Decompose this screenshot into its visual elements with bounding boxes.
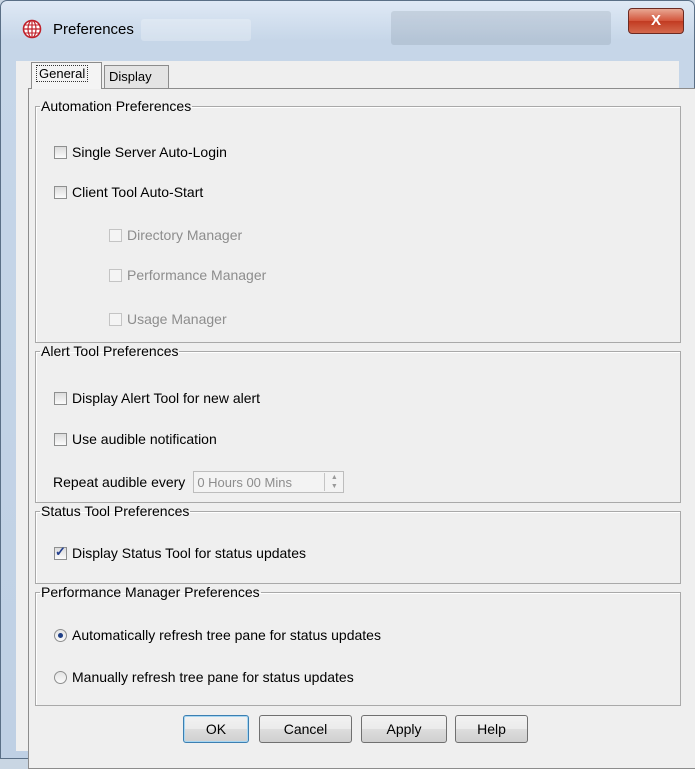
- performance-manager-checkbox: [109, 268, 122, 282]
- window-title: Preferences: [53, 21, 134, 38]
- repeat-interval-value: 0 Hours 00 Mins: [197, 474, 292, 490]
- audible-notification-option[interactable]: Use audible notification: [54, 431, 217, 447]
- tab-general-label: General: [36, 65, 89, 82]
- tab-display[interactable]: Display: [104, 65, 169, 88]
- directory-manager-checkbox: [109, 228, 122, 242]
- automation-preferences-group: Automation Preferences: [35, 98, 681, 343]
- close-button[interactable]: X: [628, 8, 684, 34]
- usage-manager-option: Usage Manager: [109, 311, 227, 327]
- ok-button[interactable]: OK: [183, 715, 249, 743]
- audible-notification-label: Use audible notification: [72, 431, 217, 447]
- manual-refresh-label: Manually refresh tree pane for status up…: [72, 669, 354, 685]
- manual-refresh-option[interactable]: Manually refresh tree pane for status up…: [54, 669, 354, 685]
- status-tool-preferences-legend: Status Tool Preferences: [41, 503, 190, 519]
- help-button[interactable]: Help: [455, 715, 528, 743]
- repeat-audible-row: Repeat audible every 0 Hours 00 Mins ▲ ▼: [53, 471, 345, 493]
- cancel-button[interactable]: Cancel: [259, 715, 352, 743]
- tab-general[interactable]: General: [31, 62, 102, 89]
- manual-refresh-radio[interactable]: [54, 670, 67, 684]
- background-blur: [141, 19, 251, 41]
- auto-refresh-label: Automatically refresh tree pane for stat…: [72, 627, 381, 643]
- title-bar[interactable]: Preferences X: [1, 1, 694, 55]
- background-blur: [391, 11, 611, 45]
- usage-manager-label: Usage Manager: [127, 311, 227, 327]
- automation-preferences-legend: Automation Preferences: [41, 98, 192, 114]
- display-status-tool-label: Display Status Tool for status updates: [72, 545, 306, 561]
- directory-manager-label: Directory Manager: [127, 227, 243, 243]
- alert-tool-preferences-legend: Alert Tool Preferences: [41, 343, 179, 359]
- display-status-tool-checkbox[interactable]: [54, 544, 67, 560]
- apply-button[interactable]: Apply: [361, 715, 447, 743]
- audible-notification-checkbox[interactable]: [54, 432, 67, 446]
- button-bar: OK Cancel Apply Help: [1, 715, 694, 749]
- app-icon: [22, 19, 42, 39]
- performance-manager-label: Performance Manager: [127, 267, 267, 283]
- display-alert-tool-checkbox[interactable]: [54, 391, 67, 405]
- repeat-audible-label: Repeat audible every: [53, 474, 186, 490]
- display-status-tool-option[interactable]: Display Status Tool for status updates: [54, 544, 306, 561]
- spin-down-icon: ▼: [330, 483, 338, 490]
- directory-manager-option: Directory Manager: [109, 227, 242, 243]
- client-tool-auto-start-checkbox[interactable]: [54, 185, 67, 199]
- tab-display-label: Display: [109, 69, 152, 84]
- repeat-interval-spinner: 0 Hours 00 Mins ▲ ▼: [193, 471, 345, 493]
- usage-manager-checkbox: [109, 312, 122, 326]
- client-tool-auto-start-label: Client Tool Auto-Start: [72, 184, 204, 200]
- auto-refresh-option[interactable]: Automatically refresh tree pane for stat…: [54, 627, 381, 643]
- performance-manager-option: Performance Manager: [109, 267, 266, 283]
- performance-manager-preferences-group: Performance Manager Preferences: [35, 584, 681, 706]
- single-server-auto-login-label: Single Server Auto-Login: [72, 144, 227, 160]
- spinner-arrows: ▲ ▼: [324, 473, 343, 491]
- single-server-auto-login-checkbox[interactable]: [54, 145, 67, 159]
- status-tool-preferences-group: Status Tool Preferences: [35, 503, 681, 584]
- preferences-window: Preferences X General Display Automation…: [0, 0, 695, 769]
- single-server-auto-login-option[interactable]: Single Server Auto-Login: [54, 144, 227, 160]
- performance-manager-preferences-legend: Performance Manager Preferences: [41, 584, 260, 600]
- display-alert-tool-option[interactable]: Display Alert Tool for new alert: [54, 390, 260, 406]
- spin-up-icon: ▲: [330, 474, 338, 481]
- client-tool-auto-start-option[interactable]: Client Tool Auto-Start: [54, 184, 203, 200]
- auto-refresh-radio[interactable]: [54, 628, 67, 642]
- display-alert-tool-label: Display Alert Tool for new alert: [72, 390, 261, 406]
- close-icon: X: [650, 12, 661, 29]
